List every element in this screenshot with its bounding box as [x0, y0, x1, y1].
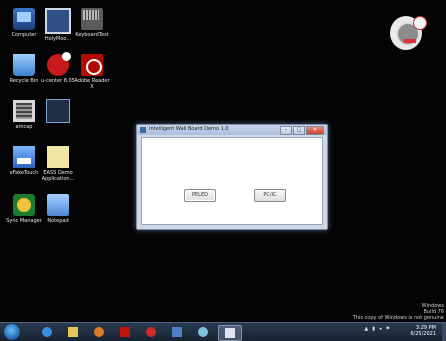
app-icon — [140, 127, 146, 133]
close-button[interactable]: ✕ — [306, 126, 324, 135]
demo-dialog-window[interactable]: Intelligent Wall Board Demo 1.0 – □ ✕ PE… — [136, 124, 328, 230]
gadget-indicator — [404, 39, 416, 43]
media-player-icon — [94, 327, 104, 337]
efaketouch-icon — [13, 146, 35, 168]
taskbar-item-adobe[interactable] — [114, 325, 136, 339]
ucenter-icon — [47, 52, 71, 76]
ucenter-icon — [146, 327, 156, 337]
clock[interactable]: 3:29 PM 6/25/2021 — [410, 325, 436, 337]
app-window-icon — [45, 8, 71, 34]
tray-overflow-icon[interactable]: ▲ — [364, 326, 368, 332]
taskbar-item-ie[interactable] — [36, 325, 58, 339]
desktop-icon-label: EASS Demo Application... — [41, 170, 75, 182]
network-icon[interactable]: ▮ — [372, 326, 375, 332]
watermark-line-3: This copy of Windows is not genuine — [352, 315, 444, 321]
desktop-gadget[interactable] — [390, 16, 427, 50]
system-tray: ▲ ▮ ◂ ⚑ — [364, 326, 390, 332]
desktop-icon-notepad[interactable]: Notepad — [38, 194, 78, 224]
flag-icon[interactable]: ⚑ — [386, 326, 390, 332]
pcic-button[interactable]: PC/IC — [254, 189, 286, 202]
taskbar-item-dialog[interactable] — [218, 325, 242, 341]
notepad-icon — [47, 194, 69, 216]
computer-icon — [13, 8, 35, 30]
sync-manager-icon — [13, 194, 35, 216]
desktop-icon-adobe-reader[interactable]: Adobe Reader X — [72, 54, 112, 90]
application-icon — [172, 327, 182, 337]
dialog-titlebar[interactable]: Intelligent Wall Board Demo 1.0 – □ ✕ — [137, 125, 327, 135]
desktop-icon-label: amcap — [15, 124, 33, 130]
amcap-icon — [13, 100, 35, 122]
dialog-title: Intelligent Wall Board Demo 1.0 — [149, 126, 229, 132]
minimize-button[interactable]: – — [280, 126, 292, 135]
paint-icon — [198, 327, 208, 337]
taskbar: ▲ ▮ ◂ ⚑ 3:29 PM 6/25/2021 — [0, 322, 446, 341]
peled-button[interactable]: PELED — [184, 189, 216, 202]
adobe-reader-icon — [120, 327, 130, 337]
taskbar-item-explorer[interactable] — [62, 325, 84, 339]
maximize-button[interactable]: □ — [293, 126, 305, 135]
keyboard-icon — [81, 8, 103, 30]
taskbar-item-paint[interactable] — [192, 325, 214, 339]
gadget-badge-icon — [413, 16, 427, 30]
application-icon — [46, 99, 70, 123]
dialog-client-area: PELED PC/IC — [141, 137, 323, 225]
window-icon — [225, 328, 235, 338]
adobe-reader-icon — [81, 54, 103, 76]
taskbar-item-media[interactable] — [88, 325, 110, 339]
desktop-icon-selected[interactable] — [38, 99, 78, 124]
clock-date: 6/25/2021 — [410, 331, 436, 337]
windows-start-icon[interactable] — [4, 324, 20, 340]
volume-icon[interactable]: ◂ — [379, 326, 382, 332]
desktop: Computer HolyMoo... KeyboardTest Recycle… — [0, 0, 446, 322]
desktop-icon-keyboardtest[interactable]: KeyboardTest — [72, 8, 112, 38]
desktop-icon-eass-demo[interactable]: EASS Demo Application... — [38, 146, 78, 182]
folder-icon — [68, 327, 78, 337]
desktop-icon-label: Adobe Reader X — [74, 78, 110, 90]
document-icon — [47, 146, 69, 168]
desktop-icon-label: KeyboardTest — [75, 32, 109, 38]
taskbar-item-ucenter[interactable] — [140, 325, 162, 339]
taskbar-item-demo[interactable] — [166, 325, 188, 339]
recycle-bin-icon — [13, 54, 35, 76]
show-desktop-button[interactable] — [442, 323, 446, 341]
desktop-icon-label: Notepad — [47, 218, 69, 224]
internet-explorer-icon — [42, 327, 52, 337]
